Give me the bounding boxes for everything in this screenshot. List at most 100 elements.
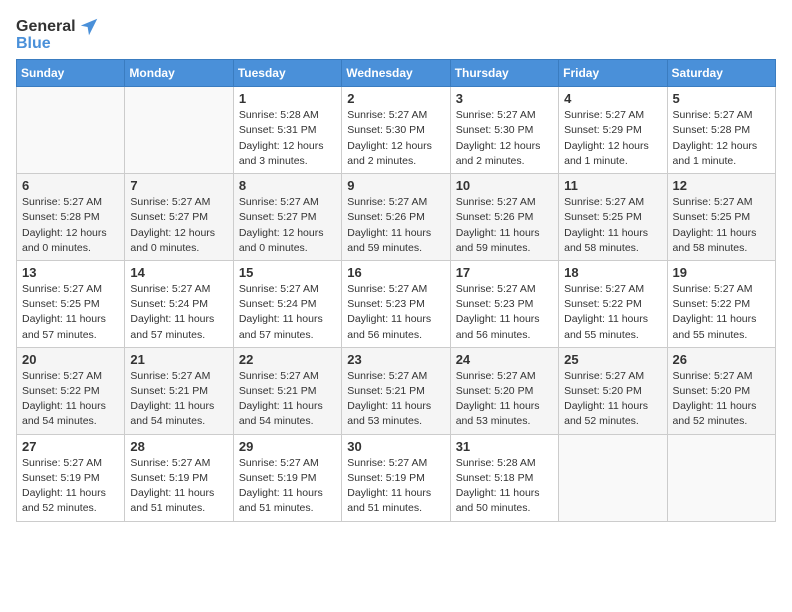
day-info: Sunrise: 5:27 AM Sunset: 5:26 PM Dayligh… <box>456 195 553 256</box>
day-info: Sunrise: 5:27 AM Sunset: 5:20 PM Dayligh… <box>564 369 661 430</box>
day-info: Sunrise: 5:27 AM Sunset: 5:22 PM Dayligh… <box>564 282 661 343</box>
day-number: 10 <box>456 178 553 193</box>
calendar-day-cell: 26Sunrise: 5:27 AM Sunset: 5:20 PM Dayli… <box>667 347 775 434</box>
weekday-header-sunday: Sunday <box>17 60 125 87</box>
weekday-header-friday: Friday <box>559 60 667 87</box>
day-number: 30 <box>347 439 444 454</box>
calendar-week-row: 1 Sunrise: 5:28 AM Sunset: 5:31 PM Daylig… <box>17 87 776 174</box>
day-info: Sunrise: 5:27 AM Sunset: 5:19 PM Dayligh… <box>130 456 227 517</box>
day-info: Sunrise: 5:27 AM Sunset: 5:19 PM Dayligh… <box>22 456 119 517</box>
day-info: Sunrise: 5:27 AM Sunset: 5:26 PM Dayligh… <box>347 195 444 256</box>
page-header: General Blue <box>16 16 776 53</box>
day-info: Sunrise: 5:27 AM Sunset: 5:20 PM Dayligh… <box>456 369 553 430</box>
calendar-day-cell: 28 Sunrise: 5:27 AM Sunset: 5:19 PM Dayli… <box>125 434 233 521</box>
weekday-header-thursday: Thursday <box>450 60 558 87</box>
day-info: Sunrise: 5:27 AM Sunset: 5:23 PM Dayligh… <box>347 282 444 343</box>
day-info: Sunrise: 5:27 AM Sunset: 5:28 PM Dayligh… <box>673 108 770 169</box>
day-number: 5 <box>673 91 770 106</box>
day-info: Sunrise: 5:27 AM Sunset: 5:28 PM Dayligh… <box>22 195 119 256</box>
calendar-day-cell: 27 Sunrise: 5:27 AM Sunset: 5:19 PM Dayli… <box>17 434 125 521</box>
day-info: Sunrise: 5:27 AM Sunset: 5:27 PM Dayligh… <box>130 195 227 256</box>
weekday-header-saturday: Saturday <box>667 60 775 87</box>
calendar-header-row: SundayMondayTuesdayWednesdayThursdayFrid… <box>17 60 776 87</box>
calendar-day-cell: 15Sunrise: 5:27 AM Sunset: 5:24 PM Dayli… <box>233 260 341 347</box>
calendar-day-cell: 2 Sunrise: 5:27 AM Sunset: 5:30 PM Daylig… <box>342 87 450 174</box>
day-number: 1 <box>239 91 336 106</box>
day-number: 6 <box>22 178 119 193</box>
weekday-header-tuesday: Tuesday <box>233 60 341 87</box>
calendar-day-cell: 1 Sunrise: 5:28 AM Sunset: 5:31 PM Daylig… <box>233 87 341 174</box>
calendar-day-cell: 31Sunrise: 5:28 AM Sunset: 5:18 PM Dayli… <box>450 434 558 521</box>
day-info: Sunrise: 5:27 AM Sunset: 5:19 PM Dayligh… <box>347 456 444 517</box>
day-number: 22 <box>239 352 336 367</box>
day-number: 13 <box>22 265 119 280</box>
day-info: Sunrise: 5:27 AM Sunset: 5:30 PM Dayligh… <box>347 108 444 169</box>
calendar-day-cell: 21 Sunrise: 5:27 AM Sunset: 5:21 PM Dayli… <box>125 347 233 434</box>
calendar-day-cell: 24 Sunrise: 5:27 AM Sunset: 5:20 PM Dayli… <box>450 347 558 434</box>
calendar-day-cell: 9 Sunrise: 5:27 AM Sunset: 5:26 PM Daylig… <box>342 174 450 261</box>
day-number: 17 <box>456 265 553 280</box>
calendar-day-cell: 30 Sunrise: 5:27 AM Sunset: 5:19 PM Dayli… <box>342 434 450 521</box>
calendar-day-cell: 4Sunrise: 5:27 AM Sunset: 5:29 PM Daylig… <box>559 87 667 174</box>
day-number: 9 <box>347 178 444 193</box>
calendar-day-cell <box>667 434 775 521</box>
weekday-header-monday: Monday <box>125 60 233 87</box>
day-number: 23 <box>347 352 444 367</box>
day-info: Sunrise: 5:27 AM Sunset: 5:25 PM Dayligh… <box>22 282 119 343</box>
calendar-day-cell: 5 Sunrise: 5:27 AM Sunset: 5:28 PM Daylig… <box>667 87 775 174</box>
calendar-day-cell: 18 Sunrise: 5:27 AM Sunset: 5:22 PM Dayli… <box>559 260 667 347</box>
weekday-header-wednesday: Wednesday <box>342 60 450 87</box>
calendar-day-cell <box>559 434 667 521</box>
day-number: 27 <box>22 439 119 454</box>
day-number: 7 <box>130 178 227 193</box>
day-info: Sunrise: 5:27 AM Sunset: 5:21 PM Dayligh… <box>347 369 444 430</box>
day-number: 4 <box>564 91 661 106</box>
day-number: 20 <box>22 352 119 367</box>
logo-container: General Blue <box>16 16 100 53</box>
calendar-day-cell: 14Sunrise: 5:27 AM Sunset: 5:24 PM Dayli… <box>125 260 233 347</box>
day-info: Sunrise: 5:27 AM Sunset: 5:21 PM Dayligh… <box>239 369 336 430</box>
calendar-day-cell: 7 Sunrise: 5:27 AM Sunset: 5:27 PM Daylig… <box>125 174 233 261</box>
calendar-day-cell: 23 Sunrise: 5:27 AM Sunset: 5:21 PM Dayli… <box>342 347 450 434</box>
calendar-day-cell: 12Sunrise: 5:27 AM Sunset: 5:25 PM Dayli… <box>667 174 775 261</box>
logo-bird-icon <box>78 16 100 38</box>
day-info: Sunrise: 5:27 AM Sunset: 5:21 PM Dayligh… <box>130 369 227 430</box>
day-info: Sunrise: 5:27 AM Sunset: 5:22 PM Dayligh… <box>22 369 119 430</box>
day-number: 29 <box>239 439 336 454</box>
day-number: 21 <box>130 352 227 367</box>
calendar-day-cell: 22 Sunrise: 5:27 AM Sunset: 5:21 PM Dayli… <box>233 347 341 434</box>
calendar-day-cell: 8 Sunrise: 5:27 AM Sunset: 5:27 PM Daylig… <box>233 174 341 261</box>
calendar-day-cell: 25Sunrise: 5:27 AM Sunset: 5:20 PM Dayli… <box>559 347 667 434</box>
calendar-day-cell: 16 Sunrise: 5:27 AM Sunset: 5:23 PM Dayli… <box>342 260 450 347</box>
day-number: 26 <box>673 352 770 367</box>
day-info: Sunrise: 5:27 AM Sunset: 5:27 PM Dayligh… <box>239 195 336 256</box>
day-info: Sunrise: 5:27 AM Sunset: 5:30 PM Dayligh… <box>456 108 553 169</box>
calendar-week-row: 6 Sunrise: 5:27 AM Sunset: 5:28 PM Daylig… <box>17 174 776 261</box>
day-info: Sunrise: 5:28 AM Sunset: 5:31 PM Dayligh… <box>239 108 336 169</box>
day-info: Sunrise: 5:27 AM Sunset: 5:24 PM Dayligh… <box>130 282 227 343</box>
calendar-day-cell: 6 Sunrise: 5:27 AM Sunset: 5:28 PM Daylig… <box>17 174 125 261</box>
calendar-day-cell: 19Sunrise: 5:27 AM Sunset: 5:22 PM Dayli… <box>667 260 775 347</box>
calendar-day-cell: 13 Sunrise: 5:27 AM Sunset: 5:25 PM Dayli… <box>17 260 125 347</box>
day-number: 3 <box>456 91 553 106</box>
calendar-week-row: 13 Sunrise: 5:27 AM Sunset: 5:25 PM Dayli… <box>17 260 776 347</box>
calendar-day-cell: 3 Sunrise: 5:27 AM Sunset: 5:30 PM Daylig… <box>450 87 558 174</box>
day-number: 11 <box>564 178 661 193</box>
calendar-day-cell <box>125 87 233 174</box>
day-number: 8 <box>239 178 336 193</box>
calendar-day-cell: 20 Sunrise: 5:27 AM Sunset: 5:22 PM Dayli… <box>17 347 125 434</box>
day-info: Sunrise: 5:27 AM Sunset: 5:19 PM Dayligh… <box>239 456 336 517</box>
day-number: 18 <box>564 265 661 280</box>
day-number: 24 <box>456 352 553 367</box>
day-number: 16 <box>347 265 444 280</box>
calendar-day-cell: 29 Sunrise: 5:27 AM Sunset: 5:19 PM Dayli… <box>233 434 341 521</box>
day-info: Sunrise: 5:27 AM Sunset: 5:24 PM Dayligh… <box>239 282 336 343</box>
day-info: Sunrise: 5:27 AM Sunset: 5:25 PM Dayligh… <box>564 195 661 256</box>
day-number: 28 <box>130 439 227 454</box>
day-number: 19 <box>673 265 770 280</box>
calendar-week-row: 20 Sunrise: 5:27 AM Sunset: 5:22 PM Dayli… <box>17 347 776 434</box>
calendar-day-cell: 10 Sunrise: 5:27 AM Sunset: 5:26 PM Dayli… <box>450 174 558 261</box>
calendar-day-cell: 17Sunrise: 5:27 AM Sunset: 5:23 PM Dayli… <box>450 260 558 347</box>
day-number: 12 <box>673 178 770 193</box>
day-number: 2 <box>347 91 444 106</box>
